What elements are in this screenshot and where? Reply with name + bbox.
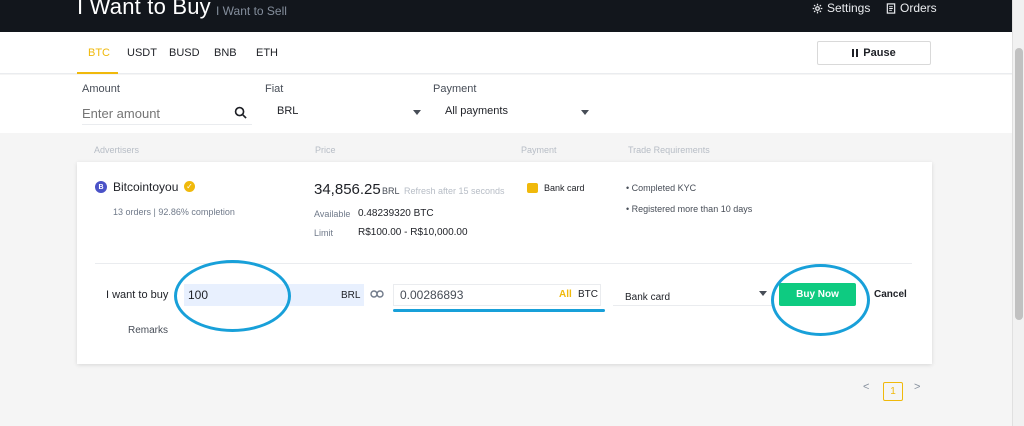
payment-value: All payments bbox=[445, 105, 508, 117]
available-value: 0.48239320 BTC bbox=[358, 208, 434, 219]
tab-busd[interactable]: BUSD bbox=[169, 47, 200, 59]
all-button[interactable]: All bbox=[559, 289, 572, 300]
column-headers: Advertisers Price Payment Trade Requirem… bbox=[0, 133, 1012, 163]
prev-page-button[interactable]: < bbox=[863, 381, 869, 393]
refresh-note: Refresh after 15 seconds bbox=[404, 186, 505, 196]
annotation-underline bbox=[393, 309, 605, 312]
annotation-circle-buy-now bbox=[771, 264, 870, 336]
pause-icon bbox=[852, 49, 859, 57]
payment-method: Bank card bbox=[544, 183, 585, 193]
pause-button[interactable]: Pause bbox=[817, 41, 931, 65]
receive-amount-value: 0.00286893 bbox=[400, 288, 464, 302]
remarks-label: Remarks bbox=[128, 325, 169, 336]
sell-tab[interactable]: I Want to Sell bbox=[216, 4, 287, 18]
tab-usdt[interactable]: USDT bbox=[127, 47, 157, 59]
amount-label: Amount bbox=[82, 83, 120, 95]
page-1-button[interactable]: 1 bbox=[883, 382, 903, 401]
ad-price: 34,856.25 bbox=[314, 181, 381, 198]
active-tab-indicator bbox=[77, 72, 118, 74]
fiat-value: BRL bbox=[277, 105, 299, 117]
payment-method-value: Bank card bbox=[625, 292, 671, 303]
crypto-tabs: BTC USDT BUSD BNB ETH Pause bbox=[0, 32, 1012, 74]
top-bar: I Want to Buy I Want to Sell Settings Or… bbox=[0, 0, 1012, 32]
tab-eth[interactable]: ETH bbox=[256, 47, 278, 59]
fiat-label: Fiat bbox=[265, 83, 284, 95]
fiat-select[interactable]: BRL bbox=[265, 103, 425, 125]
col-price: Price bbox=[315, 145, 336, 155]
gear-icon bbox=[812, 3, 823, 13]
link-icon bbox=[370, 290, 384, 298]
tab-bnb[interactable]: BNB bbox=[214, 47, 237, 59]
scrollbar[interactable] bbox=[1012, 0, 1024, 426]
advertiser-avatar: B bbox=[95, 181, 107, 193]
advertiser-stats: 13 orders | 92.86% completion bbox=[113, 207, 235, 217]
advertiser-name[interactable]: Bitcointoyou bbox=[113, 180, 178, 194]
chevron-down-icon bbox=[581, 110, 589, 115]
available-label: Available bbox=[314, 209, 351, 219]
settings-label: Settings bbox=[827, 1, 871, 15]
col-trade-requirements: Trade Requirements bbox=[628, 145, 710, 155]
filter-bar: Amount Fiat BRL Payment All payments bbox=[0, 75, 1012, 133]
tab-btc[interactable]: BTC bbox=[88, 47, 110, 59]
requirement-item: • Completed KYC bbox=[626, 183, 697, 193]
receive-unit: BTC bbox=[578, 289, 598, 300]
document-icon bbox=[886, 2, 896, 14]
chevron-down-icon bbox=[759, 291, 767, 296]
pause-label: Pause bbox=[863, 47, 896, 59]
limit-value: R$100.00 - R$10,000.00 bbox=[358, 227, 468, 238]
payment-select[interactable]: All payments bbox=[433, 103, 593, 125]
limit-label: Limit bbox=[314, 228, 334, 238]
settings-button[interactable]: Settings bbox=[812, 1, 870, 15]
price-currency: BRL bbox=[382, 186, 400, 196]
orders-button[interactable]: Orders bbox=[886, 1, 937, 15]
verified-check-icon: ✓ bbox=[184, 181, 195, 192]
scrollbar-thumb[interactable] bbox=[1015, 48, 1023, 320]
search-icon[interactable] bbox=[234, 106, 247, 119]
bank-card-icon bbox=[527, 183, 538, 193]
annotation-circle-buy-amount bbox=[174, 260, 291, 332]
orders-label: Orders bbox=[900, 1, 937, 15]
amount-input[interactable] bbox=[82, 103, 252, 125]
col-advertisers: Advertisers bbox=[94, 145, 140, 155]
payment-label: Payment bbox=[433, 83, 477, 95]
requirement-item: • Registered more than 10 days bbox=[626, 204, 753, 214]
buy-amount-label: I want to buy bbox=[106, 289, 169, 301]
buy-amount-unit: BRL bbox=[341, 290, 361, 301]
next-page-button[interactable]: > bbox=[914, 381, 920, 393]
cancel-button[interactable]: Cancel bbox=[874, 289, 907, 300]
col-payment: Payment bbox=[521, 145, 557, 155]
page-title[interactable]: I Want to Buy bbox=[77, 0, 211, 20]
chevron-down-icon bbox=[413, 110, 421, 115]
